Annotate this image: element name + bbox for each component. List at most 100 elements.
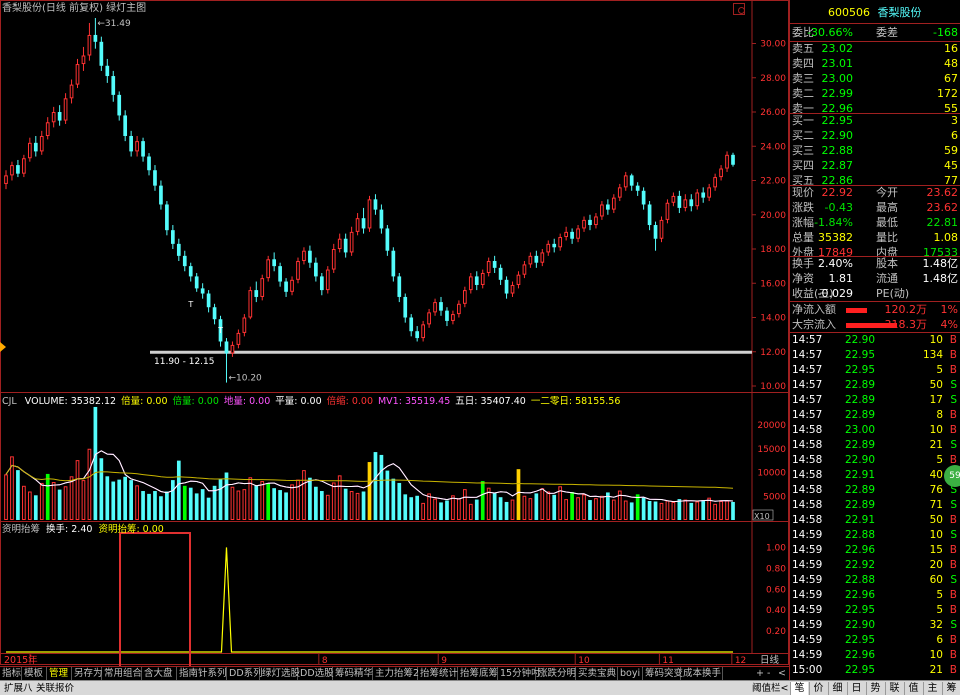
volume-bar	[665, 500, 670, 520]
indicator-tab[interactable]: 抬筹底筹	[458, 667, 498, 680]
bottom-tab[interactable]: 关联报价	[36, 682, 74, 695]
volume-bar	[707, 497, 712, 520]
chart-canvas[interactable]: 30.00 28.00 26.00 24.00 22.00 20.00 18.00 16.00…	[0, 0, 789, 666]
tick-time: 14:59	[792, 604, 823, 616]
tick-volume: 5	[936, 589, 943, 601]
indicator-tab[interactable]: 模板	[22, 667, 47, 680]
volume-bar	[266, 483, 271, 520]
volume-bar	[272, 488, 277, 520]
indicator-tab[interactable]: 管理	[47, 667, 72, 680]
tick-row: 14:5822.9140B	[790, 468, 960, 483]
tick-side: S	[950, 529, 957, 541]
volume-bar	[302, 470, 306, 520]
volume-bar	[188, 487, 193, 520]
candle-body	[552, 243, 557, 248]
indicator-tab[interactable]: 买卖宝典	[576, 667, 618, 680]
ask-label: 卖四	[792, 57, 814, 70]
tick-row: 14:57 22.90 10 B	[790, 333, 960, 348]
candle-body	[367, 199, 372, 229]
indicator-tab[interactable]: 抬筹统计	[418, 667, 458, 680]
volume-bar	[22, 485, 26, 520]
candle-body	[564, 231, 568, 238]
quote-tab[interactable]: 细	[828, 682, 846, 695]
bid-label: 买二	[792, 129, 814, 142]
quote-tab[interactable]: 笔	[790, 682, 808, 695]
tick-row: 14:57 22.89 8 B	[790, 408, 960, 423]
volume-bar	[230, 486, 235, 520]
tick-volume: 50	[929, 514, 943, 526]
candle-body	[433, 302, 437, 313]
indicator-tab[interactable]: 绿灯选股	[260, 667, 300, 680]
indicator-tab[interactable]: 含大盘	[142, 667, 177, 680]
volume-bar	[224, 472, 229, 520]
volume-bar	[242, 489, 247, 520]
volume-bar	[182, 485, 187, 520]
indicator-tab[interactable]: 指标	[0, 667, 22, 680]
quote-tab[interactable]: 主	[923, 682, 941, 695]
zoom-out-icon[interactable]: -	[765, 667, 776, 680]
candle-body	[421, 324, 425, 339]
notification-badge[interactable]: 59	[944, 465, 960, 487]
candle-body	[701, 192, 706, 198]
month-label: 9	[441, 656, 447, 666]
volume-bar	[33, 495, 38, 520]
indicator-tab[interactable]: 15分钟吋	[498, 667, 541, 680]
candle-body	[641, 190, 646, 205]
quote-tab[interactable]: 值	[904, 682, 922, 695]
candle-body	[600, 204, 604, 217]
chart-settings-icon[interactable]	[738, 7, 745, 14]
month-label: 11	[662, 656, 673, 666]
quote-tab[interactable]: 势	[866, 682, 884, 695]
flow-label: 大宗流入	[792, 318, 836, 331]
candle-body	[99, 41, 104, 66]
candle-body	[325, 269, 330, 291]
weicha-label: 委差	[876, 26, 898, 39]
tick-volume: 76	[929, 484, 943, 496]
candle-body	[123, 115, 128, 136]
indicator-tab[interactable]: 成本换手	[681, 667, 723, 680]
candle-body	[176, 243, 181, 256]
indicator-tab[interactable]: 另存为	[72, 667, 103, 680]
tick-time: 15:00	[792, 664, 823, 676]
candle-body	[707, 187, 712, 198]
indicator-tab[interactable]: 筹码精华	[333, 667, 373, 680]
stat-row: 总量 35382 量比 1.08	[790, 231, 960, 245]
indicator-tab[interactable]: 涨跌分明	[536, 667, 576, 680]
volume-bar	[200, 489, 205, 520]
ask-volume: 48	[944, 57, 958, 70]
tick-side: B	[949, 409, 957, 421]
bottom-right-label[interactable]: 阈值栏<	[752, 682, 788, 695]
candle-body	[606, 204, 610, 210]
tick-time: 14:59	[792, 619, 823, 631]
t-mark: T	[217, 326, 223, 335]
quote-tab[interactable]: 筹	[942, 682, 960, 695]
ask-label: 卖二	[792, 87, 814, 100]
candle-body	[528, 255, 533, 265]
quote-tab[interactable]: 日	[847, 682, 865, 695]
price-axis-label: 14.00	[760, 314, 786, 324]
indicator-tab[interactable]: DD系列	[227, 667, 263, 680]
tick-time: 14:58	[792, 469, 823, 481]
indicator-tab[interactable]: 指南针系列	[177, 667, 227, 680]
stat-label: 最低	[876, 216, 898, 229]
candle-body	[319, 276, 324, 291]
indicator-tab[interactable]: 筹码突变	[643, 667, 683, 680]
candle-body	[403, 296, 408, 318]
quote-tab[interactable]: 价	[809, 682, 827, 695]
t-mark: T	[187, 300, 193, 309]
indicator-tab[interactable]: 常用组合	[102, 667, 142, 680]
indicator-tab[interactable]: DD选股	[298, 667, 334, 680]
indicator-tab[interactable]: 主力抬筹2	[373, 667, 419, 680]
bottom-tab[interactable]: 扩展八	[4, 682, 33, 695]
indicator-value: 资明抬筹: 0.00	[98, 524, 164, 535]
tick-side: B	[949, 634, 957, 646]
zoom-in-icon[interactable]: +	[754, 667, 765, 680]
indicator-tab[interactable]: boyi	[618, 667, 643, 680]
volume-bar	[671, 501, 676, 521]
quote-tab[interactable]: 联	[885, 682, 903, 695]
volume-bar	[141, 491, 145, 520]
candle-body	[129, 135, 133, 152]
scroll-left-icon[interactable]: <	[776, 667, 787, 680]
fund-row: 净资 1.81 流通 1.48亿	[790, 272, 960, 286]
candle-body	[188, 266, 193, 277]
